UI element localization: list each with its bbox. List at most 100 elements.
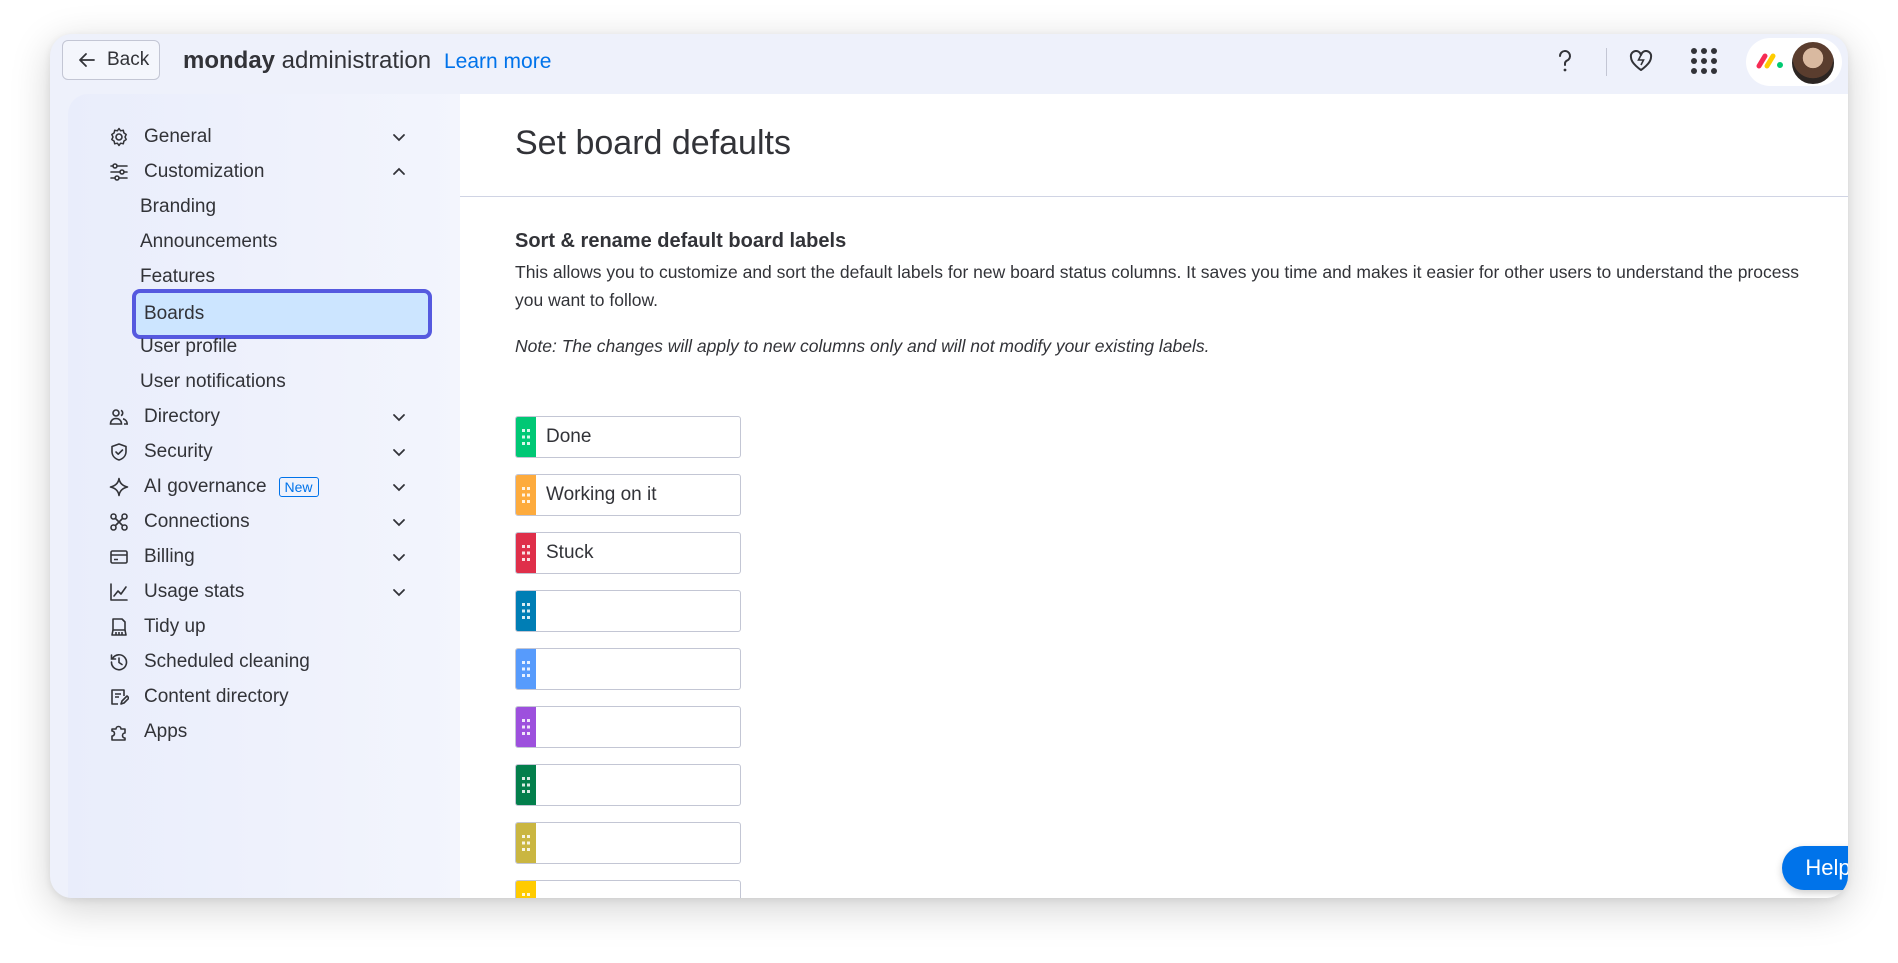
drag-handle-icon[interactable] [516, 823, 536, 863]
broom-icon [108, 616, 130, 638]
drag-handle-icon[interactable] [516, 649, 536, 689]
question-mark-icon[interactable] [1550, 43, 1580, 79]
grid-dots-icon[interactable] [1686, 43, 1722, 79]
label-name-input[interactable] [536, 831, 738, 855]
sidebar-subitem-label: User notifications [140, 371, 286, 392]
sidebar-subitem-label: Boards [144, 303, 205, 324]
sidebar-item-label: General [144, 126, 212, 147]
sidebar-item-scheduled-cleaning[interactable]: Scheduled cleaning [108, 644, 408, 680]
label-name-input[interactable] [536, 483, 738, 507]
label-name-input[interactable] [536, 657, 738, 681]
sidebar-item-label: Scheduled cleaning [144, 651, 310, 672]
sidebar-item-security[interactable]: Security [108, 434, 408, 470]
drag-handle-icon[interactable] [516, 881, 536, 898]
chevron-up-icon [393, 167, 405, 175]
label-name-input[interactable] [536, 541, 738, 565]
drag-handle-icon[interactable] [516, 707, 536, 747]
section-note: Note: The changes will apply to new colu… [515, 336, 1210, 356]
label-row [515, 590, 741, 632]
chevron-down-icon [393, 589, 405, 597]
label-row [515, 822, 741, 864]
page-title: Set board defaults [515, 124, 791, 162]
section-description: This allows you to customize and sort th… [515, 262, 1799, 310]
chevron-down-icon [393, 519, 405, 527]
arrow-left-icon [79, 53, 95, 67]
sidebar-item-label: Usage stats [144, 581, 245, 602]
puzzle-icon [108, 721, 130, 743]
sidebar-item-customization[interactable]: Customization [108, 154, 408, 190]
connections-icon [108, 511, 130, 533]
sidebar: General Customization Branding Announcem… [68, 94, 460, 898]
sidebar-item-label: Apps [144, 721, 188, 742]
sidebar-subitem-label: Branding [140, 196, 217, 217]
admin-window: Back monday administration Learn more Ge… [50, 34, 1848, 898]
chevron-down-icon [393, 134, 405, 142]
label-name-input[interactable] [536, 599, 738, 623]
sidebar-item-label: Customization [144, 161, 265, 182]
sidebar-item-label: Tidy up [144, 616, 206, 637]
brand-suffix: administration [275, 47, 432, 74]
drag-handle-icon[interactable] [516, 591, 536, 631]
gear-icon [108, 126, 130, 148]
drag-handle-icon[interactable] [516, 765, 536, 805]
label-name-input[interactable] [536, 889, 738, 898]
sidebar-subitem-user-notifications[interactable]: User notifications [140, 364, 430, 400]
sidebar-item-usage-stats[interactable]: Usage stats [108, 574, 408, 610]
label-name-input[interactable] [536, 773, 738, 797]
label-name-input[interactable] [536, 715, 738, 739]
drag-handle-icon[interactable] [516, 533, 536, 573]
sidebar-item-connections[interactable]: Connections [108, 504, 408, 540]
sidebar-item-billing[interactable]: Billing [108, 539, 408, 575]
label-row [515, 706, 741, 748]
heart-icon[interactable] [1624, 43, 1658, 79]
label-row [515, 532, 741, 574]
sidebar-subitem-label: Features [140, 266, 215, 287]
label-row [515, 416, 741, 458]
sidebar-item-ai-governance[interactable]: AI governance New [108, 469, 408, 505]
sidebar-subitem-announcements[interactable]: Announcements [140, 224, 430, 260]
drag-handle-icon[interactable] [516, 417, 536, 457]
help-button[interactable]: Help [1782, 846, 1848, 890]
label-name-input[interactable] [536, 425, 738, 449]
learn-more-link[interactable]: Learn more [444, 50, 551, 74]
title-divider [460, 196, 1848, 197]
back-button[interactable]: Back [62, 40, 160, 80]
avatar[interactable] [1790, 40, 1836, 86]
sidebar-item-label: Content directory [144, 686, 289, 707]
sidebar-item-label: Billing [144, 546, 195, 567]
account-menu[interactable] [1746, 38, 1842, 86]
back-label: Back [107, 49, 150, 70]
sidebar-item-apps[interactable]: Apps [108, 714, 408, 750]
new-badge: New [278, 477, 319, 497]
top-bar: Back monday administration Learn more [50, 34, 1848, 94]
chevron-down-icon [393, 484, 405, 492]
sidebar-item-directory[interactable]: Directory [108, 399, 408, 435]
label-row [515, 474, 741, 516]
sidebar-item-tidy-up[interactable]: Tidy up [108, 609, 408, 645]
label-row [515, 764, 741, 806]
sliders-icon [108, 161, 130, 183]
credit-card-icon [108, 546, 130, 568]
chevron-down-icon [393, 414, 405, 422]
sidebar-item-label: Directory [144, 406, 221, 427]
sidebar-item-label: Connections [144, 511, 250, 532]
drag-handle-icon[interactable] [516, 475, 536, 515]
monday-logo-icon [1756, 53, 1783, 69]
users-icon [108, 406, 130, 428]
sidebar-subitem-branding[interactable]: Branding [140, 189, 430, 225]
sidebar-item-content-directory[interactable]: Content directory [108, 679, 408, 715]
chart-line-icon [108, 581, 130, 603]
sidebar-subitem-label: User profile [140, 336, 238, 357]
sparkle-icon [108, 476, 130, 498]
shield-icon [108, 441, 130, 463]
app-title: monday administration [183, 47, 431, 75]
section-title: Sort & rename default board labels [515, 230, 847, 252]
main-content: Set board defaults Sort & rename default… [460, 94, 1848, 898]
label-row [515, 880, 741, 898]
chevron-down-icon [393, 449, 405, 457]
sidebar-subitem-user-profile[interactable]: User profile [140, 329, 430, 365]
chevron-down-icon [393, 554, 405, 562]
topbar-divider [1606, 48, 1607, 76]
sidebar-item-label: AI governance [144, 476, 267, 497]
sidebar-item-general[interactable]: General [108, 119, 408, 155]
